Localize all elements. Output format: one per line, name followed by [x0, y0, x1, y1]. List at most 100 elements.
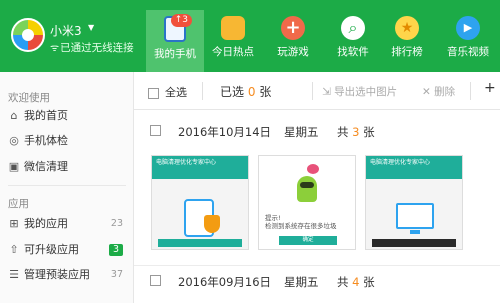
sidebar-item-wechat-clean[interactable]: ▣ 微信清理 — [0, 157, 133, 177]
chevron-down-icon[interactable]: ▼ — [88, 23, 94, 32]
group-count: 共 3 张 — [337, 124, 375, 140]
delete-icon: ✕ — [422, 86, 431, 98]
export-label: 导出选中图片 — [334, 86, 398, 98]
wifi-icon: ᯤ — [50, 43, 60, 54]
sidebar-divider — [8, 185, 126, 186]
delete-button[interactable]: ✕ 删除 — [422, 84, 455, 99]
export-selected-button[interactable]: ⇲ 导出选中图片 — [322, 84, 397, 99]
count-prefix: 共 — [337, 125, 349, 139]
monitor-icon — [396, 203, 434, 229]
thumbnail-text: 提示! 检测到系统存在很多垃圾 — [265, 214, 337, 230]
connection-status: ᯤ已通过无线连接 — [50, 40, 134, 55]
photo-toolbar: 全选 已选 0 张 ⇲ 导出选中图片 ✕ 删除 + — [134, 72, 500, 110]
thumbnail-footer — [372, 239, 456, 247]
preinstalled-count: 37 — [110, 269, 123, 280]
list-icon: ☰ — [9, 268, 19, 281]
thumbnail-body — [152, 179, 248, 249]
sidebar-item-checkup[interactable]: ◎ 手机体检 — [0, 131, 133, 151]
thumbnail-subbar — [366, 170, 462, 179]
nav-label: 玩游戏 — [277, 46, 309, 58]
group-checkbox[interactable] — [150, 125, 161, 136]
photo-group-header: 2016年10月14日 星期五 共 3 张 — [134, 116, 500, 146]
selected-count: 已选 0 张 — [220, 83, 271, 100]
nav-label: 找软件 — [337, 46, 369, 58]
thumbnail-text-line1: 提示! — [265, 214, 281, 222]
add-icon[interactable]: + — [484, 80, 496, 96]
thumbnail-header: 电脑清理优化专家中心 — [152, 156, 248, 170]
sidebar-item-home[interactable]: ⌂ 我的首页 — [0, 106, 133, 126]
sidebar-item-label: 管理预装应用 — [24, 268, 90, 281]
sidebar-section-apps: 应用 — [8, 198, 29, 210]
sidebar-item-label: 微信清理 — [24, 160, 68, 173]
video-icon — [456, 16, 480, 40]
delete-label: 删除 — [434, 86, 456, 98]
photo-thumbnail[interactable]: 电脑清理优化专家中心 — [151, 155, 249, 250]
nav-music-video[interactable]: 音乐视频 — [440, 10, 496, 72]
nav-today-hot[interactable]: 今日热点 — [206, 10, 260, 72]
apps-icon: ⊞ — [9, 217, 19, 230]
selected-suffix: 张 — [259, 85, 272, 99]
sidebar-item-upgradable[interactable]: ⇧ 可升级应用 3 — [0, 240, 133, 260]
hot-icon — [221, 16, 245, 40]
monitor-stand — [410, 230, 420, 234]
phone-avatar[interactable] — [11, 18, 45, 52]
group-date: 2016年09月16日 — [178, 275, 272, 289]
thumbnail-subbar — [152, 170, 248, 179]
group-weekday: 星期五 — [284, 125, 319, 139]
select-all-checkbox[interactable] — [148, 87, 159, 99]
android-mascot-icon — [297, 176, 317, 202]
sidebar-item-label: 我的首页 — [24, 109, 68, 122]
photo-thumbnail[interactable]: 提示! 检测到系统存在很多垃圾 确定 — [258, 155, 356, 250]
group-date: 2016年10月14日 — [178, 125, 272, 139]
selected-prefix: 已选 — [220, 85, 245, 99]
group-weekday: 星期五 — [284, 275, 319, 289]
heart-bubble-icon — [307, 164, 319, 174]
nav-my-phone[interactable]: ↑3 我的手机 — [146, 10, 204, 72]
count-suffix: 张 — [363, 275, 375, 289]
update-badge: ↑3 — [170, 14, 192, 27]
nav-label: 今日热点 — [212, 46, 254, 58]
shield-icon — [204, 215, 220, 233]
photo-thumbnail[interactable]: 电脑清理优化专家中心 — [365, 155, 463, 250]
thumbnail-footer — [158, 239, 242, 247]
sidebar-item-preinstalled[interactable]: ☰ 管理预装应用 37 — [0, 265, 133, 285]
nav-label: 排行榜 — [391, 46, 423, 58]
count-number: 4 — [352, 275, 360, 289]
sidebar-section-welcome: 欢迎使用 — [8, 92, 50, 104]
nav-label: 我的手机 — [154, 48, 196, 60]
select-all-label: 全选 — [165, 86, 187, 99]
toolbar-divider — [202, 82, 203, 100]
thumbnail-body — [366, 179, 462, 249]
group-count: 共 4 张 — [337, 274, 375, 290]
broom-icon: ▣ — [8, 160, 20, 173]
nav-ranking[interactable]: 排行榜 — [380, 10, 434, 72]
ranking-icon — [395, 16, 419, 40]
nav-find-apps[interactable]: 找软件 — [326, 10, 380, 72]
select-all[interactable]: 全选 — [148, 84, 187, 100]
upgrade-count-badge: 3 — [108, 244, 123, 256]
count-suffix: 张 — [363, 125, 375, 139]
toolbar-divider — [312, 82, 313, 100]
nav-games[interactable]: 玩游戏 — [266, 10, 320, 72]
device-name[interactable]: 小米3 — [50, 22, 82, 39]
export-icon: ⇲ — [322, 86, 331, 98]
find-app-icon — [341, 16, 365, 40]
count-number: 3 — [352, 125, 360, 139]
group-checkbox[interactable] — [150, 275, 161, 286]
thumbnail-button: 确定 — [279, 236, 337, 245]
sidebar-item-label: 可升级应用 — [24, 243, 79, 256]
selected-number: 0 — [247, 85, 256, 99]
nav-label: 音乐视频 — [447, 46, 489, 58]
app-count: 23 — [110, 218, 123, 229]
upgrade-icon: ⇧ — [9, 243, 19, 256]
thumbnail-text-line2: 检测到系统存在很多垃圾 — [265, 222, 337, 230]
connection-status-label: 已通过无线连接 — [60, 42, 134, 54]
gamepad-icon — [281, 16, 305, 40]
thumbnail-body: 提示! 检测到系统存在很多垃圾 确定 — [259, 156, 355, 249]
thumbnail-header: 电脑清理优化专家中心 — [366, 156, 462, 170]
toolbar-divider — [470, 82, 471, 100]
sidebar-item-label: 我的应用 — [24, 217, 68, 230]
sidebar-item-my-apps[interactable]: ⊞ 我的应用 23 — [0, 214, 133, 234]
home-icon: ⌂ — [10, 109, 18, 122]
count-prefix: 共 — [337, 275, 349, 289]
